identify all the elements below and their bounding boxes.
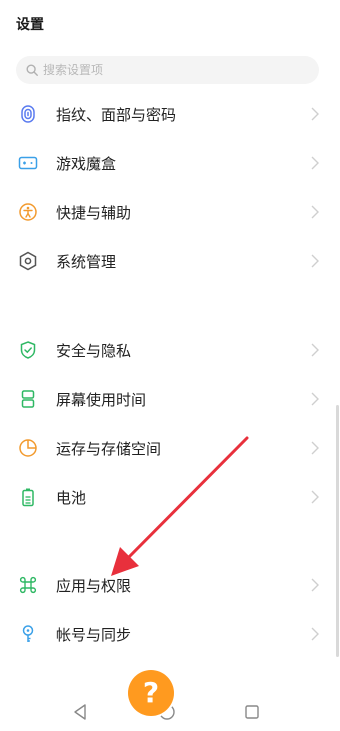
command-icon xyxy=(19,576,37,594)
chevron-right-icon xyxy=(311,627,319,641)
help-icon: ? xyxy=(142,676,160,709)
fingerprint-icon xyxy=(21,105,35,123)
gamepad-icon xyxy=(18,156,38,170)
hexagon-gear-icon xyxy=(19,251,37,271)
settings-item-label: 指纹、面部与密码 xyxy=(56,105,177,124)
settings-item-label: 屏幕使用时间 xyxy=(56,390,147,409)
settings-item-label: 系统管理 xyxy=(56,252,117,271)
settings-item-label: 快捷与辅助 xyxy=(56,203,132,222)
settings-item-label: 游戏魔盒 xyxy=(56,154,117,173)
settings-item-fingerprint[interactable]: 指纹、面部与密码 xyxy=(0,94,340,134)
settings-item-label: 运存与存储空间 xyxy=(56,439,162,458)
page-title: 设置 xyxy=(16,17,44,33)
back-icon[interactable] xyxy=(72,703,88,721)
settings-item-system-management[interactable]: 系统管理 xyxy=(0,241,340,281)
chevron-right-icon xyxy=(311,156,319,170)
pie-chart-icon xyxy=(19,439,37,457)
accessibility-icon xyxy=(19,203,37,221)
chevron-right-icon xyxy=(311,392,319,406)
chevron-right-icon xyxy=(311,343,319,357)
chevron-right-icon xyxy=(311,107,319,121)
chevron-right-icon xyxy=(311,441,319,455)
settings-item-label: 安全与隐私 xyxy=(56,341,132,360)
settings-item-screen-time[interactable]: 屏幕使用时间 xyxy=(0,379,340,419)
scrollbar[interactable] xyxy=(336,405,339,657)
settings-item-label: 电池 xyxy=(56,488,87,507)
search-bar[interactable] xyxy=(16,56,319,84)
settings-item-apps-permissions[interactable]: 应用与权限 xyxy=(0,565,340,605)
settings-item-security-privacy[interactable]: 安全与隐私 xyxy=(0,330,340,370)
chevron-right-icon xyxy=(311,490,319,504)
chevron-right-icon xyxy=(311,578,319,592)
settings-item-storage[interactable]: 运存与存储空间 xyxy=(0,428,340,468)
key-icon xyxy=(22,625,34,642)
settings-item-label: 帐号与同步 xyxy=(56,625,132,644)
search-icon xyxy=(26,64,38,76)
settings-item-battery[interactable]: 电池 xyxy=(0,477,340,517)
hourglass-icon xyxy=(21,390,35,408)
settings-item-game-box[interactable]: 游戏魔盒 xyxy=(0,143,340,183)
search-input[interactable] xyxy=(43,63,293,77)
recent-apps-icon[interactable] xyxy=(244,704,260,720)
settings-item-accessibility[interactable]: 快捷与辅助 xyxy=(0,192,340,232)
settings-item-account-sync[interactable]: 帐号与同步 xyxy=(0,614,340,654)
settings-item-label: 应用与权限 xyxy=(56,576,132,595)
help-button[interactable]: ? xyxy=(128,670,174,716)
chevron-right-icon xyxy=(311,254,319,268)
shield-check-icon xyxy=(20,341,36,359)
chevron-right-icon xyxy=(311,205,319,219)
battery-icon xyxy=(22,488,34,507)
